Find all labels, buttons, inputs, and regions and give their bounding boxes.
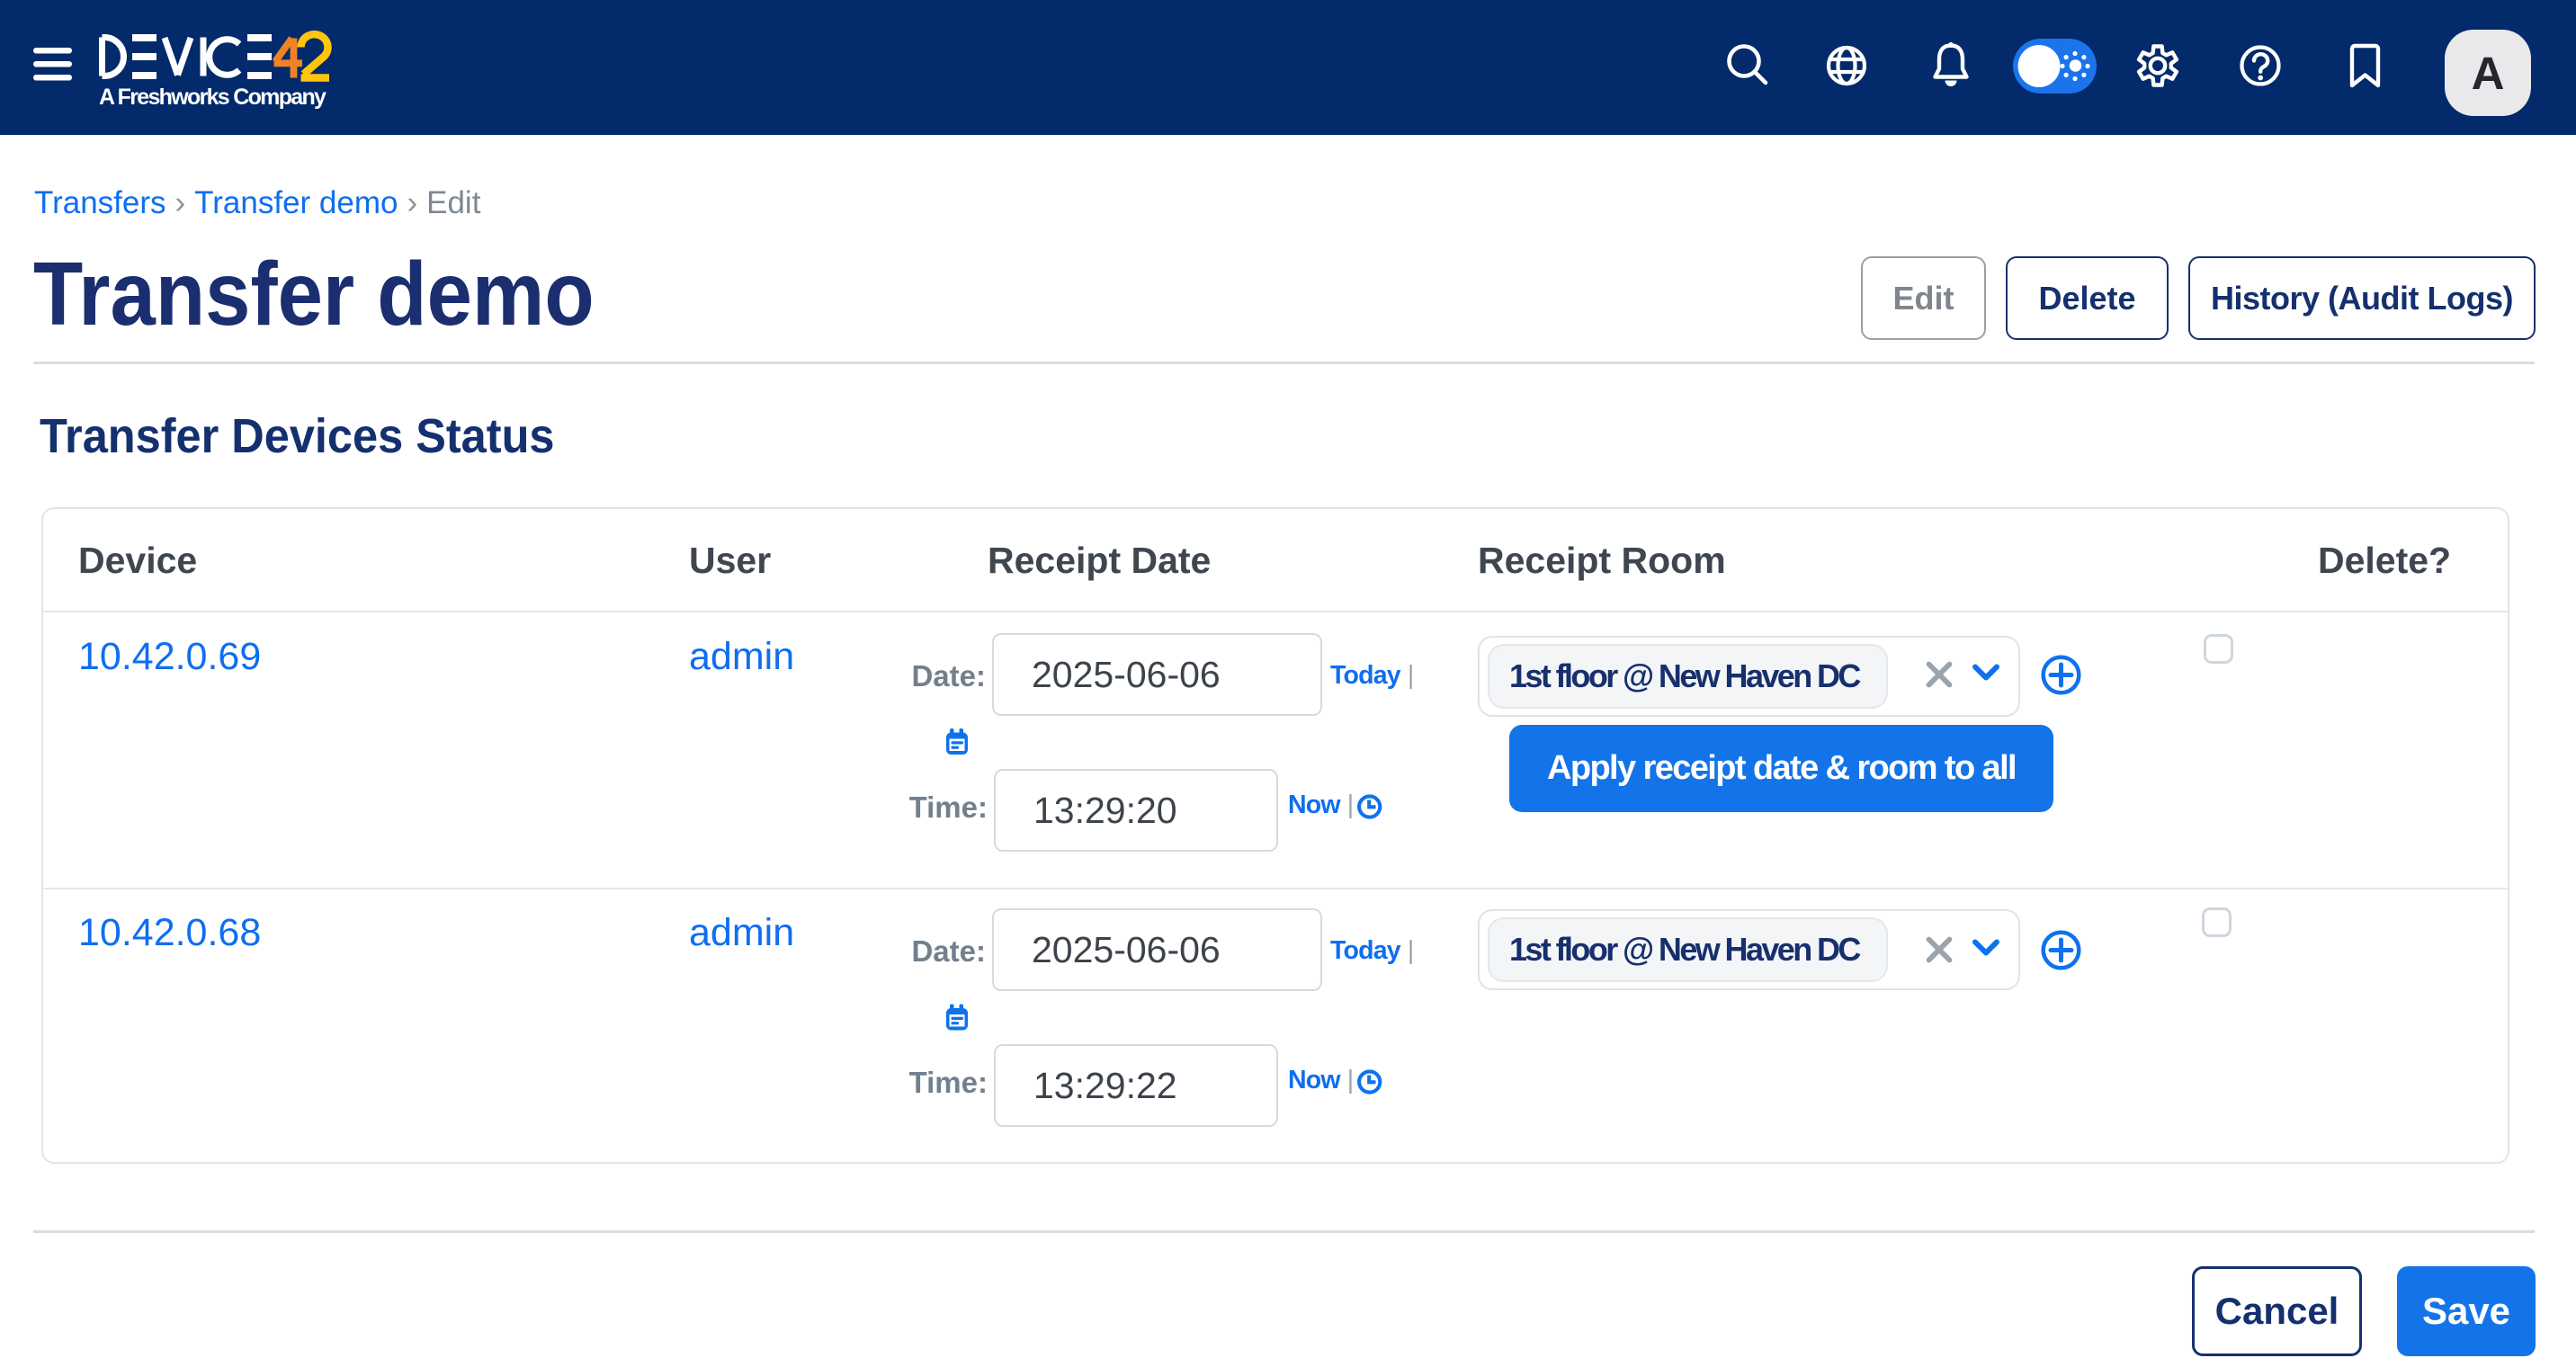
svg-text:A: A: [2472, 48, 2505, 99]
svg-text:A Freshworks Company: A Freshworks Company: [99, 85, 326, 110]
